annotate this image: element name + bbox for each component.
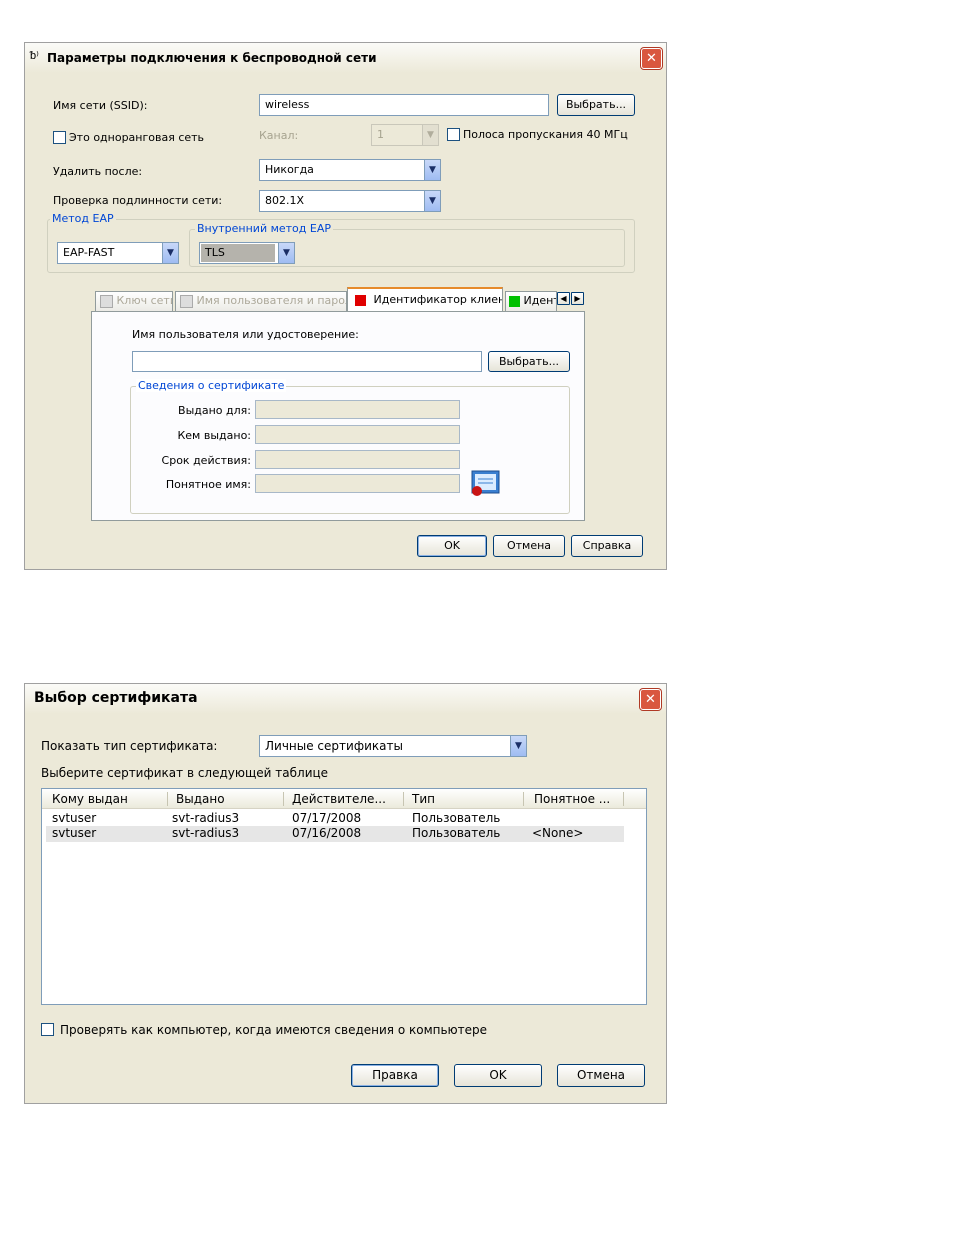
dialog-title: Выбор сертификата	[34, 690, 198, 706]
cell-issued-to: svtuser	[52, 826, 97, 840]
ssid-label: Имя сети (SSID):	[53, 99, 148, 112]
certificate-select-dialog: Выбор сертификата ✕ Показать тип сертифи…	[24, 683, 667, 1104]
delete-after-select[interactable]: Никогда ▼	[259, 159, 441, 181]
wireless-icon: ᵬ⁾	[30, 49, 39, 62]
close-button[interactable]: ✕	[641, 48, 662, 69]
auth-value: 802.1X	[265, 194, 305, 207]
cell-valid-until: 07/16/2008	[292, 826, 362, 840]
cell-type: Пользователь	[412, 811, 501, 825]
tab-username-password[interactable]: Имя пользователя и пароль	[175, 291, 347, 311]
issued-to-field	[255, 400, 460, 419]
tab-label: Идентификатор клиента	[373, 293, 503, 306]
instruction-text: Выберите сертификат в следующей таблице	[41, 766, 329, 780]
friendly-name-field	[255, 474, 460, 493]
chevron-down-icon: ▼	[424, 160, 440, 180]
column-header[interactable]: Выдано	[168, 792, 284, 806]
channel-label: Канал:	[259, 129, 299, 142]
close-button[interactable]: ✕	[640, 689, 661, 710]
cancel-button[interactable]: Отмена	[493, 535, 565, 557]
eap-method-legend: Метод EAP	[50, 212, 116, 225]
tab-status-icon	[355, 294, 366, 306]
issued-by-label: Кем выдано:	[177, 429, 251, 442]
adhoc-checkbox[interactable]	[53, 131, 66, 144]
cell-issued-to: svtuser	[52, 811, 97, 825]
title-bar: ᵬ⁾ Параметры подключения к беспроводной …	[25, 43, 666, 73]
tab-status-icon	[100, 294, 113, 308]
cert-info-legend: Сведения о сертификате	[136, 379, 287, 392]
help-button[interactable]: Справка	[571, 535, 643, 557]
expires-label: Срок действия:	[161, 454, 251, 467]
chevron-down-icon: ▼	[162, 243, 178, 263]
tab-identity-partial[interactable]: Идент	[505, 291, 557, 311]
cancel-button[interactable]: Отмена	[557, 1064, 645, 1087]
bandwidth-label: Полоса пропускания 40 МГц	[463, 128, 628, 141]
friendly-name-label: Понятное имя:	[165, 478, 251, 491]
chevron-down-icon: ▼	[510, 736, 526, 756]
certificate-icon[interactable]	[471, 470, 501, 498]
cell-issued-by: svt-radius3	[172, 826, 240, 840]
eap-method-value: EAP-FAST	[63, 246, 115, 259]
cert-type-label: Показать тип сертификата:	[41, 739, 218, 753]
cell-valid-until: 07/17/2008	[292, 811, 362, 825]
table-row[interactable]: svtuser svt-radius3 07/17/2008 Пользоват…	[46, 811, 624, 826]
column-header[interactable]: Действителе...	[284, 792, 404, 806]
cert-type-select[interactable]: Личные сертификаты ▼	[259, 735, 527, 757]
tab-panel: Имя пользователя или удостоверение: Выбр…	[91, 311, 585, 521]
column-header[interactable]: Кому выдан	[42, 792, 168, 806]
tab-client-identity[interactable]: Идентификатор клиента	[347, 287, 503, 312]
cell-type: Пользователь	[412, 826, 501, 840]
channel-value: 1	[377, 128, 384, 141]
chevron-down-icon: ▼	[278, 243, 294, 263]
tab-scroll-left-button[interactable]: ◀	[557, 292, 570, 305]
identity-choose-button[interactable]: Выбрать...	[488, 351, 570, 372]
edit-button[interactable]: Правка	[351, 1064, 439, 1087]
column-header[interactable]: Тип	[404, 792, 524, 806]
auth-label: Проверка подлинности сети:	[53, 194, 223, 207]
cell-friendly-name: <None>	[532, 826, 584, 840]
machine-check-checkbox[interactable]	[41, 1023, 54, 1036]
title-bar: Выбор сертификата ✕	[25, 684, 666, 714]
certificate-table[interactable]: Кому выдан Выдано Действителе... Тип Пон…	[41, 788, 647, 1005]
dialog-title: Параметры подключения к беспроводной сет…	[47, 51, 377, 65]
tab-label: Идент	[523, 294, 557, 307]
chevron-down-icon: ▼	[422, 125, 438, 145]
tab-status-icon	[509, 295, 520, 307]
ssid-choose-button[interactable]: Выбрать...	[557, 94, 635, 116]
adhoc-label: Это одноранговая сеть	[69, 131, 205, 144]
issued-to-label: Выдано для:	[178, 404, 251, 417]
tab-label: Ключ сети	[116, 294, 173, 307]
ok-button[interactable]: OK	[454, 1064, 542, 1087]
issued-by-field	[255, 425, 460, 444]
ssid-input[interactable]: wireless	[259, 94, 549, 116]
chevron-down-icon: ▼	[424, 191, 440, 211]
inner-method-value: TLS	[201, 244, 275, 262]
delete-after-value: Никогда	[265, 163, 314, 176]
machine-check-label: Проверять как компьютер, когда имеются с…	[60, 1023, 488, 1037]
tab-scroll-right-button[interactable]: ▶	[571, 292, 584, 305]
delete-after-label: Удалить после:	[53, 165, 143, 178]
identity-label: Имя пользователя или удостоверение:	[132, 328, 359, 341]
column-header[interactable]: Понятное ...	[524, 792, 624, 806]
bandwidth-checkbox[interactable]	[447, 128, 460, 141]
tab-label: Имя пользователя и пароль	[196, 294, 347, 307]
inner-method-select[interactable]: TLS ▼	[199, 242, 295, 264]
eap-method-select[interactable]: EAP-FAST ▼	[57, 242, 179, 264]
cert-type-value: Личные сертификаты	[265, 739, 403, 753]
expires-field	[255, 450, 460, 469]
channel-select: 1 ▼	[371, 124, 439, 146]
table-row[interactable]: svtuser svt-radius3 07/16/2008 Пользоват…	[46, 826, 624, 842]
tab-status-icon	[180, 294, 193, 308]
cell-issued-by: svt-radius3	[172, 811, 240, 825]
tab-network-key[interactable]: Ключ сети	[95, 291, 173, 311]
wireless-settings-dialog: ᵬ⁾ Параметры подключения к беспроводной …	[24, 42, 667, 570]
ok-button[interactable]: OK	[417, 535, 487, 557]
identity-input[interactable]	[132, 351, 482, 372]
auth-select[interactable]: 802.1X ▼	[259, 190, 441, 212]
inner-method-legend: Внутренний метод EAP	[195, 222, 333, 235]
